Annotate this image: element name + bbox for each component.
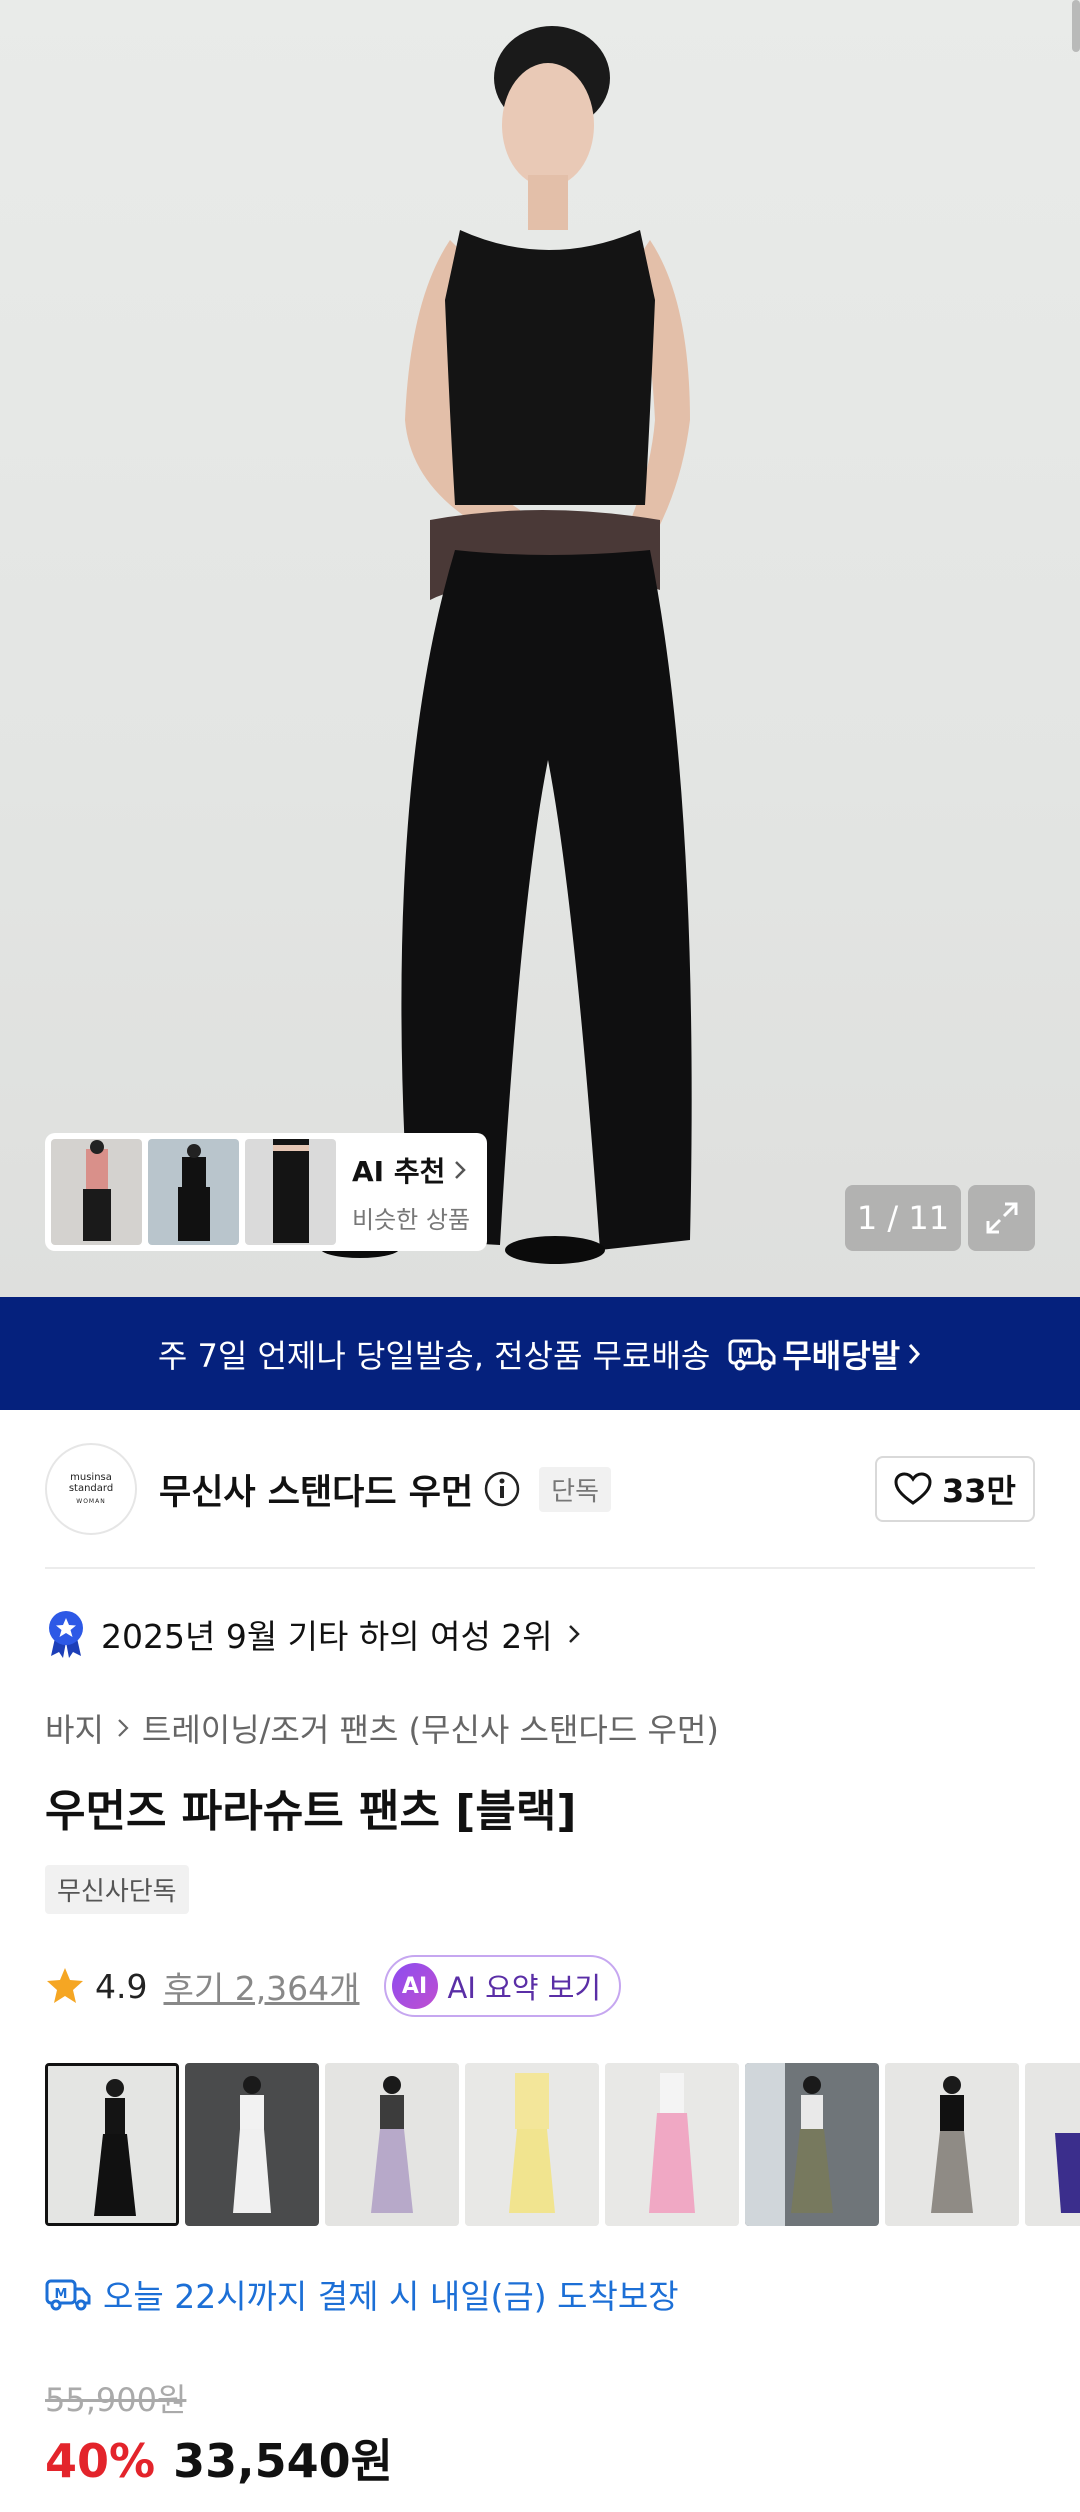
variant-thumb-gray[interactable] [885,2063,1019,2226]
variant-thumb-pink[interactable] [605,2063,739,2226]
free-shipping-banner[interactable]: 주 7일 언제나 당일발송, 전상품 무료배송 M 무배당발 [0,1297,1080,1410]
image-counter: 1 / 11 [845,1185,961,1251]
chevron-right-icon [908,1343,921,1364]
like-count: 33만 [942,1472,1016,1510]
brand-logo-line2: standard [68,1482,114,1494]
variant-thumb-white[interactable] [185,2063,319,2226]
ai-thumb-1 [51,1139,142,1245]
ai-recommend-card[interactable]: AI 추천 비슷한 상품 [45,1133,487,1251]
heart-icon [894,1472,932,1505]
rating-value: 4.9 [95,1966,148,2006]
brand-row: musinsa standard WOMAN 무신사 스탠다드 우먼 단독 33… [45,1443,1035,1535]
variant-thumb-khaki[interactable] [745,2063,879,2226]
original-price: 55,900원 [45,2381,187,2419]
ranking-text: 2025년 9월 기타 하의 여성 2위 [101,1617,553,1656]
chevron-right-icon [568,1625,580,1643]
ranking-row[interactable]: 2025년 9월 기타 하의 여성 2위 [45,1610,581,1658]
brand-logo-line3: WOMAN [76,1497,106,1505]
rating-row: 4.9 후기 2,364개 AI AI 요약 보기 [45,1955,622,2017]
product-title: 우먼즈 파라슈트 팬츠 [블랙] [45,1786,577,1837]
ai-thumb-2 [148,1139,239,1245]
breadcrumb-level1[interactable]: 바지 [45,1705,104,1751]
star-icon [47,1968,83,2003]
expand-icon [986,1202,1017,1234]
ai-card-title: AI 추천 [352,1154,446,1188]
ai-summary-label: AI 요약 보기 [447,1971,602,2005]
expand-button[interactable] [968,1185,1035,1251]
scrollbar-thumb[interactable] [1072,0,1080,52]
ranking-badge-icon [49,1611,83,1658]
brand-logo-line1: musinsa [70,1471,112,1483]
sale-price: 33,540원 [173,2434,393,2488]
like-button[interactable]: 33만 [875,1456,1035,1522]
ai-summary-button[interactable]: AI AI 요약 보기 [383,1955,622,2017]
delivery-text: 오늘 22시까지 결제 시 내일(금) 도착보장 [103,2277,679,2316]
divider [45,1567,1035,1569]
delivery-guarantee: M 오늘 22시까지 결제 시 내일(금) 도착보장 [45,2270,679,2318]
variant-thumb-lavender[interactable] [325,2063,459,2226]
ai-thumb-3 [245,1139,336,1245]
svg-text:M: M [738,1346,752,1362]
ai-card-subtitle: 비슷한 상품 [352,1205,471,1234]
ai-badge-icon: AI [391,1963,438,2009]
variant-thumb-yellow[interactable] [465,2063,599,2226]
breadcrumb-level2[interactable]: 트레이닝/조거 팬츠 (무신사 스탠다드 우먼) [142,1705,719,1751]
color-variants [45,2063,1080,2228]
chevron-right-icon [118,1719,129,1737]
brand-logo[interactable]: musinsa standard WOMAN [45,1443,137,1535]
exclusive-badge: 단독 [539,1466,612,1512]
product-hero-image[interactable]: AI 추천 비슷한 상품 1 / 11 [0,0,1080,1297]
price-row: 40% 33,540원 [45,2425,393,2491]
discount-rate: 40% [45,2434,156,2488]
svg-text:M: M [55,2287,68,2302]
delivery-truck-icon: M [728,1339,776,1370]
info-icon[interactable] [483,1470,521,1508]
breadcrumb: 바지 트레이닝/조거 팬츠 (무신사 스탠다드 우먼) [45,1705,719,1751]
reviews-link[interactable]: 후기 2,364개 [163,1962,359,2010]
banner-brand: 무배당발 [782,1336,901,1375]
exclusive-tag: 무신사단독 [45,1865,189,1914]
delivery-truck-icon: M [45,2279,91,2311]
chevron-right-icon [455,1160,467,1179]
variant-thumb-black[interactable] [45,2063,179,2226]
brand-name[interactable]: 무신사 스탠다드 우먼 [159,1464,473,1515]
model-photo [320,26,692,1264]
variant-thumb-purple[interactable] [1025,2063,1080,2226]
banner-text: 주 7일 언제나 당일발송, 전상품 무료배송 [157,1336,711,1375]
